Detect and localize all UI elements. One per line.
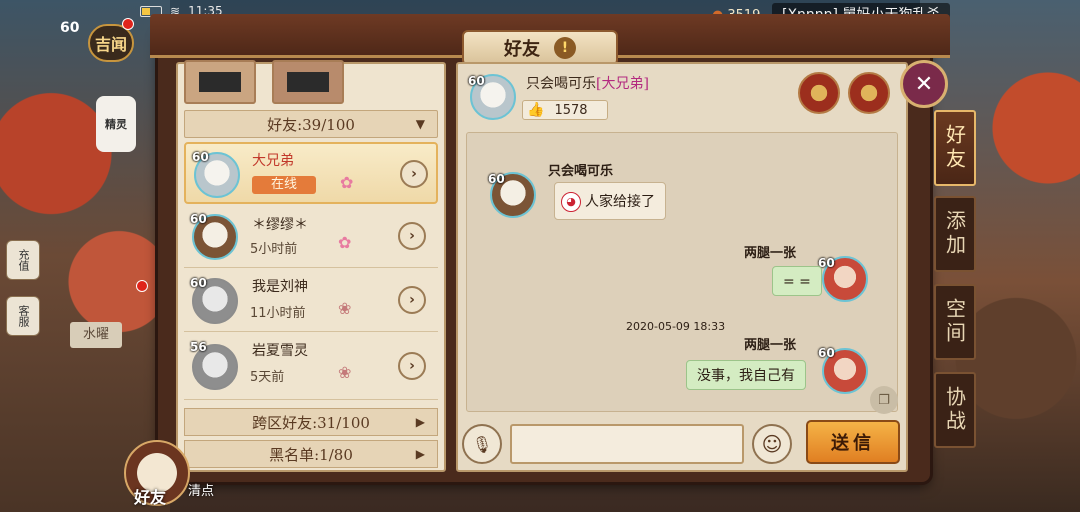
cross-server-friends-row[interactable]: 跨区好友:31/100 ▶: [184, 408, 438, 436]
friend-level: 60: [190, 212, 207, 226]
message-sender: 两腿一张: [744, 338, 797, 353]
flower-icon[interactable]: ❀: [338, 300, 356, 318]
friend-detail-arrow-icon[interactable]: ›: [398, 352, 426, 380]
expand-triangle-icon: ▶: [415, 415, 425, 429]
thumbs-up-icon: 👍: [527, 102, 545, 118]
message-bubble: ◕ 人家给接了: [554, 182, 666, 220]
friend-row[interactable]: 60 我是刘神 11小时前 ❀ ›: [184, 270, 438, 332]
close-icon[interactable]: ✕: [900, 60, 948, 108]
chat-input[interactable]: [510, 424, 744, 464]
message-sender: 两腿一张: [744, 246, 797, 261]
friend-count-label: 好友:39/100: [267, 115, 355, 134]
friend-name: 岩夏雪灵: [252, 343, 308, 359]
friend-row[interactable]: 56 岩夏雪灵 5天前 ❀ ›: [184, 334, 438, 400]
redacted-block: [287, 72, 329, 92]
list-top-tabs: [184, 60, 344, 104]
last-online: 5天前: [250, 370, 285, 385]
collapse-caret-icon: ▼: [415, 117, 425, 131]
chat-partner-nickname: 只会喝可乐: [526, 76, 596, 92]
emoji-picker-icon[interactable]: ☺: [752, 424, 792, 464]
emoji-icon: ◕: [561, 192, 581, 212]
tab-space[interactable]: 空间: [934, 284, 976, 360]
friend-detail-arrow-icon[interactable]: ›: [398, 286, 426, 314]
chat-partner-name: 只会喝可乐[大兄弟]: [526, 73, 649, 93]
tab-add[interactable]: 添加: [934, 196, 976, 272]
redacted-block: [199, 72, 241, 92]
friend-count-header[interactable]: 好友:39/100 ▼: [184, 110, 438, 138]
like-counter[interactable]: 👍 1578: [522, 100, 608, 120]
chat-partner-level: 60: [468, 74, 485, 88]
friend-name: 我是刘神: [252, 279, 308, 295]
last-online: 11小时前: [250, 306, 306, 321]
friend-level: 60: [192, 150, 209, 164]
message-bubble: = =: [772, 266, 822, 296]
expand-triangle-icon: ▶: [415, 447, 425, 461]
weekday-sign: 水曜: [70, 322, 122, 348]
recharge-button[interactable]: 充值: [6, 240, 40, 280]
copy-icon[interactable]: ❐: [870, 386, 898, 414]
customer-service-button[interactable]: 客服: [6, 296, 40, 336]
friend-level: 60: [190, 276, 207, 290]
like-count: 1578: [554, 102, 588, 118]
message-text: 没事，我自己有: [697, 368, 795, 384]
online-status-badge: 在线: [252, 176, 316, 194]
gift-bag-icon[interactable]: [848, 72, 890, 114]
flower-icon[interactable]: ✿: [338, 234, 356, 252]
message-level: 60: [818, 346, 835, 360]
message-bubble: 没事，我自己有: [686, 360, 806, 390]
message-sender: 只会喝可乐: [548, 164, 614, 179]
cross-server-label: 跨区好友:31/100: [252, 413, 370, 432]
notification-dot: [122, 18, 134, 30]
tab-assist[interactable]: 协战: [934, 372, 976, 448]
window-title-plate: 好友 !: [462, 30, 618, 66]
tab-friends[interactable]: 好友: [934, 110, 976, 186]
friends-shortcut-label: 好友: [134, 488, 167, 507]
friend-row[interactable]: 60 ＊缪缪＊ 5小时前 ✿ ›: [184, 206, 438, 268]
message-level: 60: [488, 172, 505, 186]
send-button[interactable]: 送信: [806, 420, 900, 464]
friend-row[interactable]: 60 大兄弟 在线 ✿ ›: [184, 142, 438, 204]
friend-name: ＊缪缪＊: [252, 217, 308, 233]
flower-icon[interactable]: ❀: [338, 364, 356, 382]
friend-detail-arrow-icon[interactable]: ›: [400, 160, 428, 188]
chat-partner-relation: [大兄弟]: [596, 76, 649, 92]
qingdian-label[interactable]: 清点: [188, 480, 214, 499]
message-text: 人家给接了: [585, 194, 655, 210]
friend-name: 大兄弟: [252, 153, 294, 169]
info-icon[interactable]: !: [554, 37, 576, 59]
top-tab-1[interactable]: [184, 60, 256, 104]
message-text: = =: [783, 274, 811, 290]
friend-level: 56: [190, 340, 207, 354]
spirit-button[interactable]: 精灵: [96, 96, 136, 152]
last-online: 5小时前: [250, 242, 298, 257]
blacklist-row[interactable]: 黑名单:1/80 ▶: [184, 440, 438, 468]
window-title: 好友: [504, 39, 540, 60]
voice-input-icon[interactable]: 🎙: [462, 424, 502, 464]
flower-icon[interactable]: ✿: [340, 174, 358, 192]
message-timestamp: 2020-05-09 18:33: [626, 320, 726, 333]
friend-detail-arrow-icon[interactable]: ›: [398, 222, 426, 250]
notification-dot-2: [136, 280, 148, 292]
blacklist-label: 黑名单:1/80: [269, 445, 353, 464]
gift-pouch-icon[interactable]: [798, 72, 840, 114]
top-tab-2[interactable]: [272, 60, 344, 104]
player-level: 60: [60, 20, 80, 36]
